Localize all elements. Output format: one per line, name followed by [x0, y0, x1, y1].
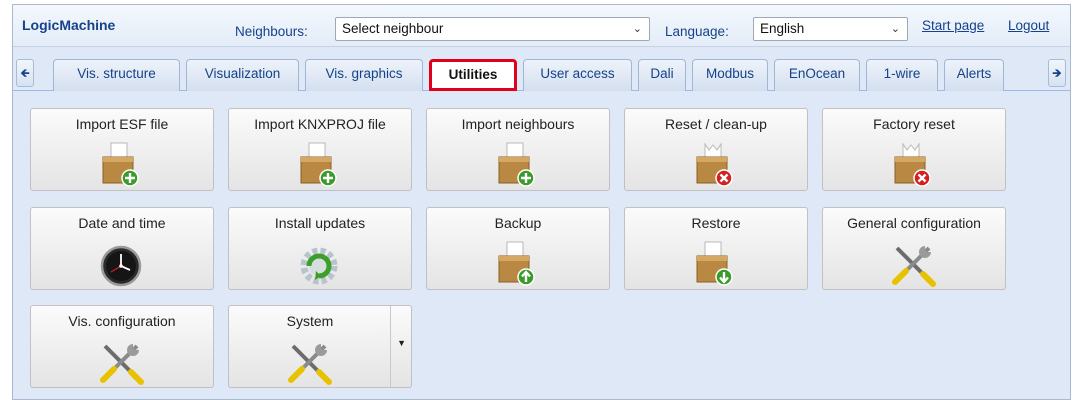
- tab-visualization[interactable]: Visualization: [186, 59, 299, 91]
- tab-user-access[interactable]: User access: [523, 59, 632, 91]
- reset-clean-up-button[interactable]: Reset / clean-up: [624, 108, 808, 191]
- update-gear-icon: [300, 247, 338, 285]
- tile-label: Factory reset: [873, 116, 955, 132]
- app-name: LogicMachine: [22, 17, 116, 33]
- box-add-icon: [300, 142, 337, 187]
- chevron-down-icon: ⌄: [890, 23, 900, 35]
- neighbours-select[interactable]: Select neighbour ⌄: [335, 17, 650, 41]
- box-download-icon: [696, 241, 733, 286]
- tile-label: Backup: [494, 215, 542, 231]
- system-split-button[interactable]: System ▼: [228, 305, 412, 388]
- tile-label: Restore: [691, 215, 741, 231]
- tab-dali[interactable]: Dali: [638, 59, 686, 91]
- arrow-right-icon: 🡺: [1052, 66, 1062, 80]
- arrow-left-icon: 🡸: [20, 66, 30, 80]
- tile-label: Reset / clean-up: [665, 116, 767, 132]
- tab-scroll-left-button[interactable]: 🡸: [16, 59, 34, 87]
- box-add-icon: [102, 142, 139, 187]
- start-page-link[interactable]: Start page: [922, 18, 984, 33]
- tab-1-wire[interactable]: 1-wire: [866, 59, 938, 91]
- tile-label: Date and time: [78, 215, 166, 231]
- tools-icon: [288, 344, 332, 385]
- backup-button[interactable]: Backup: [426, 207, 610, 290]
- neighbours-select-value: Select neighbour: [342, 21, 444, 36]
- tab-enocean[interactable]: EnOcean: [774, 59, 860, 91]
- tools-icon: [100, 344, 144, 385]
- box-upload-icon: [498, 241, 535, 286]
- import-knxproj-file-button[interactable]: Import KNXPROJ file: [228, 108, 412, 191]
- box-remove-icon: [696, 143, 733, 187]
- tab-modbus[interactable]: Modbus: [692, 59, 768, 91]
- language-label: Language:: [665, 24, 729, 39]
- install-updates-button[interactable]: Install updates: [228, 207, 412, 290]
- import-esf-file-button[interactable]: Import ESF file: [30, 108, 214, 191]
- tab-bar: 🡸 Vis. structure Visualization Vis. grap…: [13, 53, 1070, 91]
- split-divider: [390, 306, 391, 387]
- tile-label: Import neighbours: [461, 116, 575, 132]
- restore-button[interactable]: Restore: [624, 207, 808, 290]
- tile-label: System: [286, 313, 334, 329]
- chevron-down-icon: ⌄: [632, 23, 642, 35]
- tile-label: Import KNXPROJ file: [254, 116, 386, 132]
- app-window: LogicMachine Neighbours: Select neighbou…: [12, 4, 1071, 400]
- neighbours-label: Neighbours:: [235, 24, 308, 39]
- tab-alerts[interactable]: Alerts: [944, 59, 1004, 91]
- language-select[interactable]: English ⌄: [753, 17, 908, 41]
- tile-label: Install updates: [274, 215, 366, 231]
- clock-icon: [100, 245, 142, 287]
- tab-utilities[interactable]: Utilities: [429, 59, 517, 91]
- header-bar: LogicMachine Neighbours: Select neighbou…: [13, 5, 1070, 47]
- tile-label: General configuration: [847, 215, 981, 231]
- box-remove-icon: [894, 143, 931, 187]
- logout-link[interactable]: Logout: [1008, 18, 1049, 33]
- box-add-icon: [498, 142, 535, 187]
- tab-vis-graphics[interactable]: Vis. graphics: [305, 59, 423, 91]
- tab-vis-structure[interactable]: Vis. structure: [53, 59, 180, 91]
- dropdown-arrow-icon[interactable]: ▼: [397, 338, 406, 348]
- tab-scroll-right-button[interactable]: 🡺: [1048, 59, 1066, 87]
- tools-icon: [892, 246, 936, 287]
- language-select-value: English: [760, 21, 805, 36]
- import-neighbours-button[interactable]: Import neighbours: [426, 108, 610, 191]
- tile-label: Import ESF file: [75, 116, 169, 132]
- tile-label: Vis. configuration: [68, 313, 176, 329]
- general-configuration-button[interactable]: General configuration: [822, 207, 1006, 290]
- factory-reset-button[interactable]: Factory reset: [822, 108, 1006, 191]
- vis-configuration-button[interactable]: Vis. configuration: [30, 305, 214, 388]
- date-and-time-button[interactable]: Date and time: [30, 207, 214, 290]
